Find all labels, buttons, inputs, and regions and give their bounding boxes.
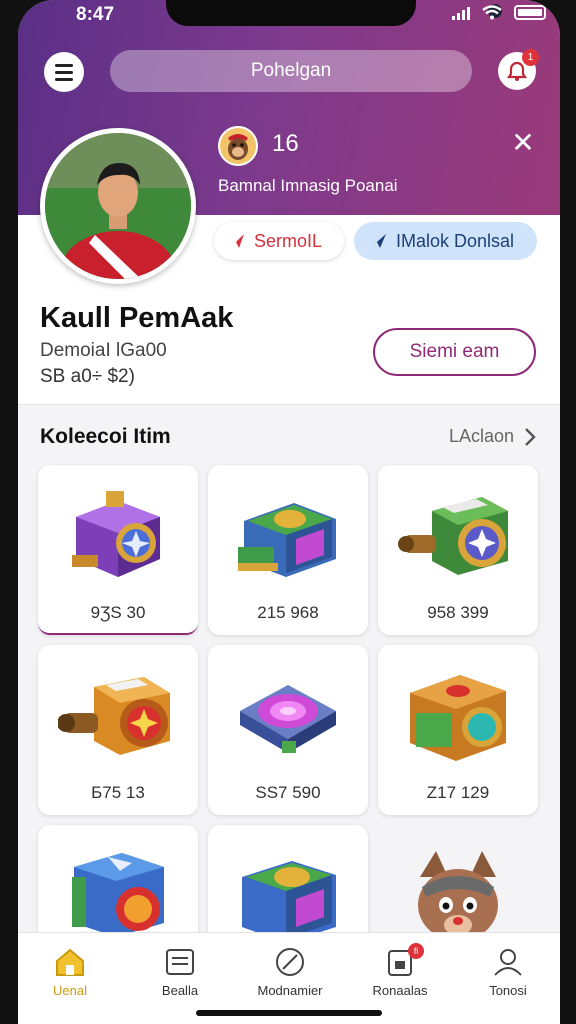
battery-icon (514, 5, 546, 20)
notification-button[interactable]: 1 (498, 49, 539, 90)
avatar[interactable] (40, 128, 196, 284)
menu-button[interactable] (44, 52, 84, 92)
plane-icon (230, 234, 244, 248)
nav-item-home[interactable]: Uenal (20, 947, 120, 998)
wifi-icon (482, 5, 502, 20)
item-card[interactable]: Б75 13 (38, 645, 198, 815)
nav-item-profile[interactable]: Tonosi (458, 947, 558, 998)
see-all-link[interactable]: LAclaon (449, 426, 536, 447)
nav-item-clipboard[interactable]: fi Ronaalas (350, 943, 450, 998)
nav-label: Tonosi (489, 983, 527, 998)
chip-red[interactable]: SermoIL (214, 222, 344, 260)
item-price: 9ƷS 30 (90, 603, 146, 622)
level-number: 16 (272, 130, 299, 157)
player-photo (45, 133, 191, 279)
item-price: SS7 590 (255, 783, 321, 802)
collection-title: Koleecoi Itim (40, 425, 171, 448)
home-indicator (196, 1010, 382, 1016)
list-icon (166, 949, 194, 975)
item-card[interactable]: Z17 129 (378, 645, 538, 815)
purple-chest-icon (72, 491, 160, 577)
nav-item-compass[interactable]: Modnamier (240, 947, 340, 998)
send-icon (370, 234, 386, 248)
green-chest-icon (238, 503, 336, 577)
profile-subtitle: DemoiaI lGa00 (40, 340, 167, 361)
signal-icon (452, 6, 470, 20)
profile-tagline: Bamnal Imnasig Poanai (218, 176, 398, 195)
chip-red-label: SermoIL (254, 230, 323, 251)
item-card[interactable]: 9ƷS 30 (38, 465, 198, 635)
close-icon[interactable]: ✕ (508, 128, 538, 158)
profile-name: Kaull PemAak (40, 302, 234, 334)
cannon-chest-icon (398, 497, 508, 575)
search-bar[interactable]: Pohelgan (110, 50, 472, 92)
nav-item-list[interactable]: Bealla (130, 947, 230, 998)
compass-icon (276, 948, 304, 976)
nav-label: Uenal (53, 983, 87, 998)
chip-blue-label: IMalok Donlsal (396, 230, 515, 251)
orange-crate-icon (410, 675, 506, 761)
follow-button[interactable]: Siemi eam (373, 328, 536, 376)
pink-pad-icon (240, 685, 336, 753)
item-card[interactable]: 215 968 (208, 465, 368, 635)
status-time: 8:47 (76, 4, 115, 25)
item-card[interactable]: SS7 590 (208, 645, 368, 815)
phone-frame: 8:47 Pohelgan 1 16 ✕ Bamnal Imnasig Poan… (0, 0, 576, 1024)
nav-badge: fi (408, 943, 424, 959)
orange-cannon-icon (58, 677, 170, 755)
notification-badge: 1 (522, 49, 539, 66)
see-all-label: LAclaon (448, 426, 514, 446)
app-screen: 8:47 Pohelgan 1 16 ✕ Bamnal Imnasig Poan… (18, 0, 560, 1024)
chevron-right-icon (525, 427, 536, 446)
nav-label: Modnamier (257, 983, 323, 998)
item-price: 958 399 (427, 603, 489, 622)
item-price: 215 968 (257, 603, 319, 622)
nav-label: Bealla (161, 983, 199, 998)
divider (18, 404, 560, 405)
profile-icon (494, 949, 522, 976)
profile-stats: SB a0÷ $2) (40, 366, 135, 387)
notch (166, 0, 502, 26)
home-icon (56, 948, 84, 976)
chip-blue[interactable]: IMalok Donlsal (354, 222, 537, 260)
level-avatar-icon (218, 126, 258, 166)
status-icons (452, 5, 546, 20)
item-price: Z17 129 (426, 783, 490, 802)
nav-label: Ronaalas (372, 983, 428, 998)
item-card[interactable]: 958 399 (378, 465, 538, 635)
item-price: Б75 13 (91, 783, 145, 802)
